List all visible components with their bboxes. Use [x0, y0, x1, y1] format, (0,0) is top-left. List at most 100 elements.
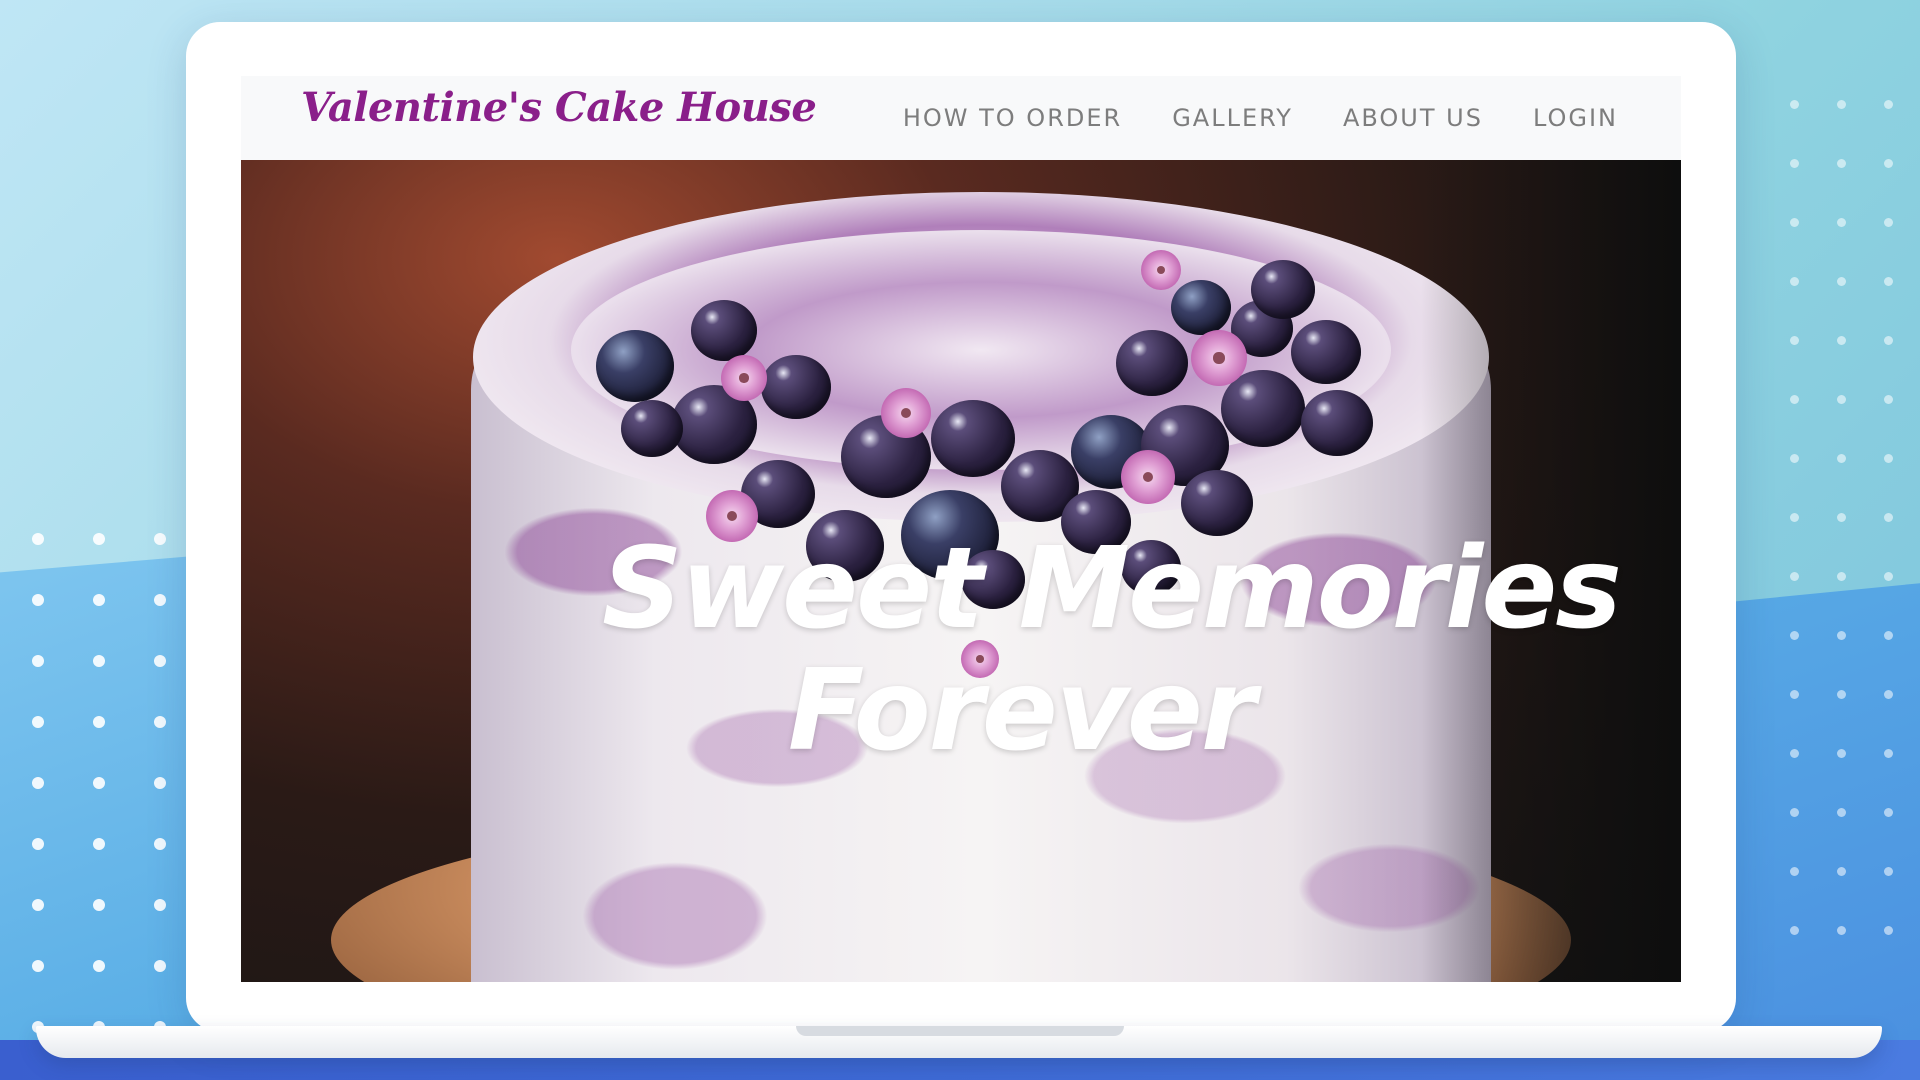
decor-dot: [1884, 867, 1893, 876]
nav-link-about-us[interactable]: ABOUT US: [1318, 104, 1508, 132]
decor-dot: [1884, 690, 1893, 699]
decor-dot: [154, 655, 166, 667]
decor-dot: [93, 655, 105, 667]
flower-center: [901, 408, 911, 418]
decor-dot: [1884, 277, 1893, 286]
decor-dot: [93, 716, 105, 728]
decor-dot: [1790, 926, 1799, 935]
decor-dot: [1884, 513, 1893, 522]
decor-dot: [1790, 572, 1799, 581]
decor-dot: [1884, 926, 1893, 935]
decor-dot: [1790, 159, 1799, 168]
flower-decoration: [1141, 250, 1181, 290]
decor-dot: [1837, 100, 1846, 109]
decor-dot: [1790, 100, 1799, 109]
blueberry: [1251, 260, 1315, 319]
decor-dot: [1837, 454, 1846, 463]
decor-dot: [1790, 513, 1799, 522]
decor-dot: [1790, 218, 1799, 227]
decor-dot: [93, 838, 105, 850]
blueberry: [1171, 280, 1231, 336]
decor-dot: [154, 594, 166, 606]
hero-banner: Sweet Memories Forever: [241, 160, 1681, 982]
flower-decoration: [721, 355, 767, 401]
decor-dot: [1837, 159, 1846, 168]
flower-decoration: [881, 388, 931, 438]
decor-dot: [1837, 336, 1846, 345]
hero-title-line2: Forever: [787, 646, 1256, 776]
decor-dot: [1837, 395, 1846, 404]
decor-dot: [1837, 690, 1846, 699]
decor-dot: [93, 899, 105, 911]
decor-dot: [32, 899, 44, 911]
decor-dot: [1837, 513, 1846, 522]
decor-dot: [32, 533, 44, 545]
decor-dot: [32, 777, 44, 789]
decor-dot: [1837, 631, 1846, 640]
decor-dot: [1790, 336, 1799, 345]
nav-link-login[interactable]: LOGIN: [1508, 104, 1643, 132]
blueberry: [621, 400, 683, 458]
flower-center: [726, 510, 738, 522]
hero-title-line1: Sweet Memories: [602, 524, 1622, 654]
decor-dot: [1884, 336, 1893, 345]
decor-dot: [1884, 100, 1893, 109]
decor-dot: [1837, 572, 1846, 581]
decor-dot: [32, 594, 44, 606]
decor-dot: [93, 594, 105, 606]
decor-dot: [32, 838, 44, 850]
decor-dot: [93, 960, 105, 972]
flower-center: [739, 373, 749, 383]
decor-dot: [154, 716, 166, 728]
flower-center: [1142, 471, 1154, 483]
decor-dot: [1837, 749, 1846, 758]
decor-dot: [1884, 395, 1893, 404]
decor-dot: [1790, 867, 1799, 876]
decor-dot: [154, 533, 166, 545]
flower-decoration: [1191, 330, 1247, 386]
decor-dot: [1790, 277, 1799, 286]
blueberry: [1301, 390, 1373, 457]
nav-link-how-to-order[interactable]: HOW TO ORDER: [878, 104, 1147, 132]
decor-dot: [1837, 926, 1846, 935]
decor-dot: [1790, 808, 1799, 817]
blueberry: [691, 300, 757, 361]
decor-dot: [1884, 218, 1893, 227]
decor-dot: [1884, 572, 1893, 581]
decor-dot: [1790, 395, 1799, 404]
decor-dot: [1884, 454, 1893, 463]
decor-dot: [1837, 218, 1846, 227]
decor-dot: [154, 838, 166, 850]
decor-dot: [32, 716, 44, 728]
decor-dot: [32, 655, 44, 667]
flower-decoration: [1121, 450, 1175, 504]
blueberry: [931, 400, 1015, 478]
laptop-notch: [796, 1026, 1124, 1036]
blueberry: [596, 330, 674, 402]
decor-dot: [1837, 808, 1846, 817]
decor-dot: [93, 533, 105, 545]
decor-dot: [154, 960, 166, 972]
decor-dot: [93, 777, 105, 789]
decor-dot: [1884, 159, 1893, 168]
blueberry: [761, 355, 831, 420]
navbar: Valentine's Cake House HOW TO ORDER GALL…: [241, 76, 1681, 160]
flower-center: [1213, 352, 1225, 364]
website-screen: Valentine's Cake House HOW TO ORDER GALL…: [241, 76, 1681, 982]
decor-dot: [154, 899, 166, 911]
decor-dot: [1884, 749, 1893, 758]
brand-logo[interactable]: Valentine's Cake House: [301, 84, 817, 131]
decor-dot: [1790, 631, 1799, 640]
decor-dot: [1790, 749, 1799, 758]
nav-links: HOW TO ORDER GALLERY ABOUT US LOGIN: [878, 76, 1643, 160]
decor-dot: [1837, 867, 1846, 876]
nav-link-gallery[interactable]: GALLERY: [1147, 104, 1318, 132]
decor-dot: [154, 777, 166, 789]
blueberry: [1116, 330, 1188, 397]
decor-dot: [1884, 808, 1893, 817]
blueberry: [1291, 320, 1361, 385]
flower-center: [1157, 266, 1165, 274]
decor-dot: [1790, 454, 1799, 463]
decor-dot: [1837, 277, 1846, 286]
decor-dot: [1790, 690, 1799, 699]
